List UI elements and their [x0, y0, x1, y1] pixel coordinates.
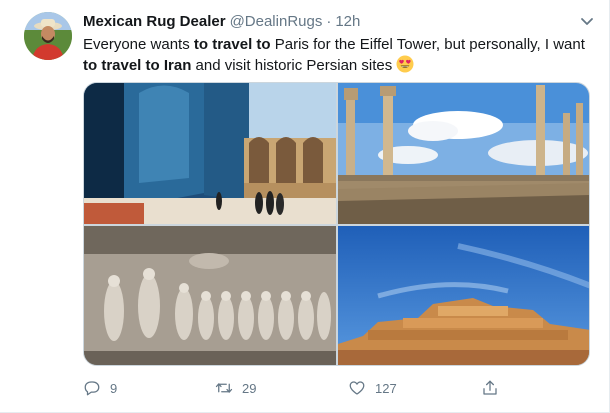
- share-button[interactable]: [481, 376, 508, 400]
- mosque-courtyard-photo[interactable]: [84, 83, 336, 224]
- reply-count: 9: [110, 380, 118, 396]
- tweet-text: Everyone wants to travel to Paris for th…: [83, 34, 588, 76]
- heart-eyes-emoji-icon: [396, 55, 414, 73]
- timestamp[interactable]: 12h: [335, 13, 360, 30]
- persepolis-ruins-photo[interactable]: [338, 83, 589, 224]
- like-icon: [349, 381, 365, 395]
- separator-dot: ·: [326, 13, 332, 30]
- media-grid: [83, 82, 590, 366]
- share-icon: [483, 380, 497, 395]
- like-button[interactable]: 127: [348, 376, 397, 400]
- author-handle[interactable]: @DealinRugs: [230, 13, 323, 30]
- retweet-count: 29: [242, 380, 257, 396]
- action-bar: 9 29 127: [83, 376, 543, 400]
- chevron-down-icon[interactable]: [579, 15, 595, 29]
- retweet-button[interactable]: 29: [215, 376, 256, 400]
- avatar[interactable]: [24, 12, 72, 60]
- text-part: Paris for the Eiffel Tower, but personal…: [270, 36, 585, 53]
- text-bold: to travel to Iran: [83, 57, 192, 74]
- reply-button[interactable]: 9: [83, 376, 117, 400]
- text-part: Everyone wants: [83, 36, 194, 53]
- text-bold: to travel to: [193, 36, 271, 53]
- author-name[interactable]: Mexican Rug Dealer: [83, 13, 226, 30]
- retweet-icon: [215, 383, 233, 393]
- tweet-header: Mexican Rug Dealer @DealinRugs · 12h: [83, 11, 589, 33]
- like-count: 127: [375, 380, 397, 396]
- reply-icon: [84, 381, 100, 396]
- tweet-card[interactable]: Mexican Rug Dealer @DealinRugs · 12h Everyo…: [0, 0, 610, 413]
- rock-relief-photo[interactable]: [84, 226, 336, 365]
- ziggurat-photo[interactable]: [338, 226, 589, 365]
- text-part: and visit historic Persian sites: [191, 57, 393, 74]
